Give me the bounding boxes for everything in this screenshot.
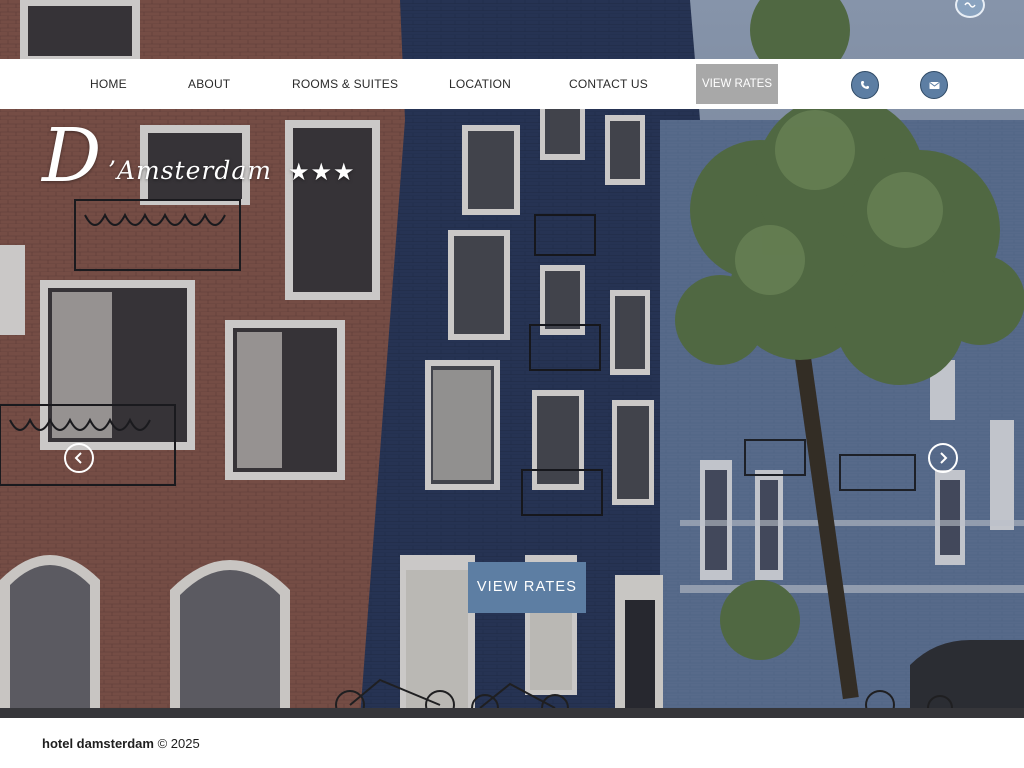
chevron-right-icon bbox=[940, 452, 948, 464]
footer-copyright-year: © 2025 bbox=[153, 736, 200, 751]
hotel-logo[interactable]: D ’Amsterdam ★★★ bbox=[42, 116, 372, 200]
envelope-icon[interactable] bbox=[920, 71, 948, 99]
nav-item-about[interactable]: ABOUT bbox=[188, 59, 230, 109]
footer-copyright: hotel damsterdam © 2025 bbox=[42, 736, 200, 751]
logo-wordmark: ’Amsterdam bbox=[108, 156, 272, 185]
slider-prev-button[interactable] bbox=[64, 443, 94, 473]
chevron-left-icon bbox=[74, 452, 82, 464]
main-navigation: HOME ABOUT ROOMS & SUITES LOCATION CONTA… bbox=[0, 59, 1024, 109]
footer-brand: hotel damsterdam bbox=[42, 736, 154, 751]
nav-item-rooms-suites[interactable]: ROOMS & SUITES bbox=[292, 59, 398, 109]
footer: hotel damsterdam © 2025 bbox=[0, 718, 1024, 768]
nav-view-rates-button[interactable]: VIEW RATES bbox=[696, 64, 778, 104]
hero-view-rates-button[interactable]: VIEW RATES bbox=[468, 562, 586, 613]
nav-item-contact-us[interactable]: CONTACT US bbox=[569, 59, 648, 109]
rating-stars: ★★★ bbox=[288, 159, 356, 186]
nav-item-home[interactable]: HOME bbox=[90, 59, 127, 109]
logo-letter: D bbox=[42, 113, 102, 199]
slider-next-button[interactable] bbox=[928, 443, 958, 473]
phone-icon[interactable] bbox=[851, 71, 879, 99]
nav-item-location[interactable]: LOCATION bbox=[449, 59, 511, 109]
